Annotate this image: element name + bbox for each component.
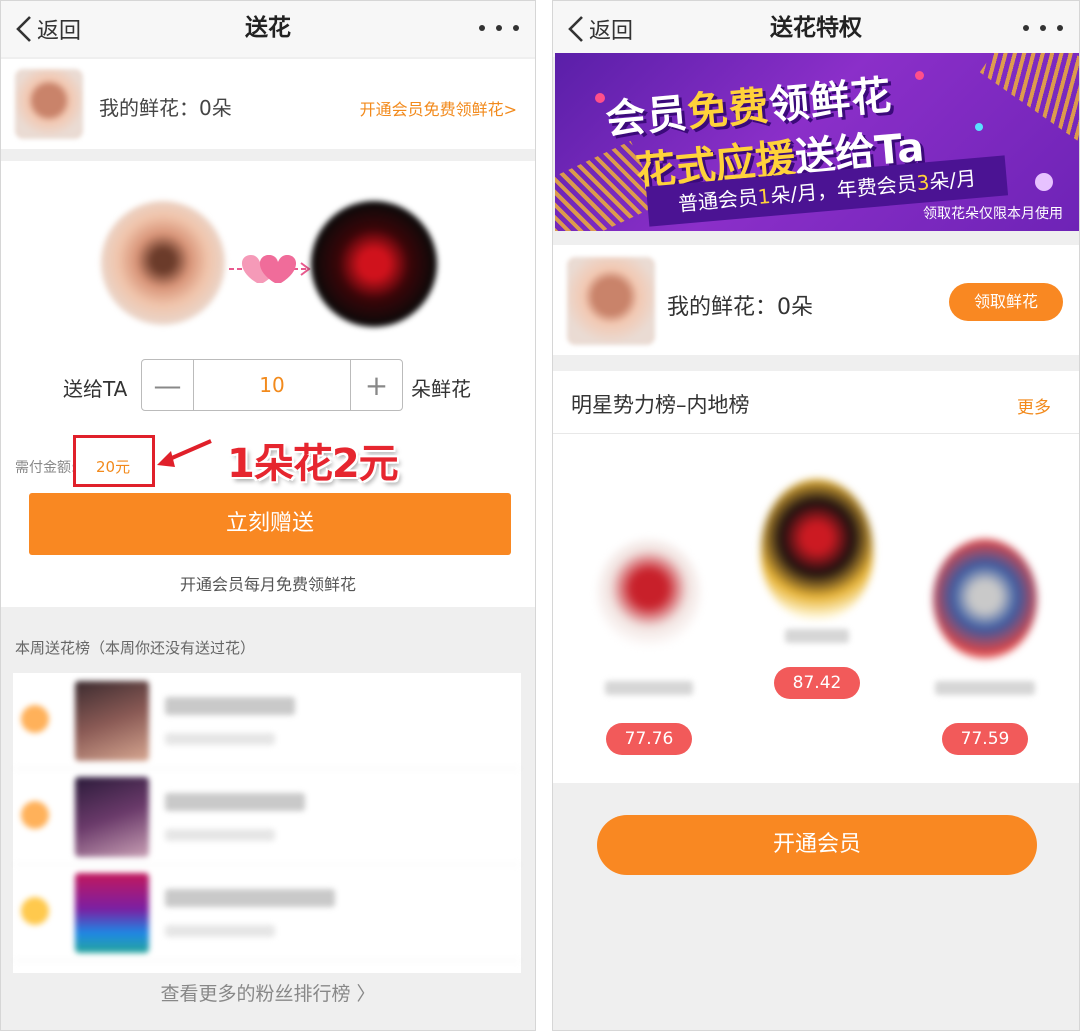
unit-label: 朵鲜花 [411,377,471,401]
my-flowers-row: 我的鲜花：0朵 领取鲜花 [553,245,1079,355]
rank-sub [165,829,275,841]
claim-flowers-button[interactable]: 领取鲜花 [949,283,1063,321]
decrease-button[interactable]: — [142,360,194,410]
send-now-button[interactable]: 立刻赠送 [29,493,511,555]
rank-name [165,793,305,811]
confetti-dot [915,71,924,80]
star-name [935,681,1035,695]
star-avatar [933,539,1037,659]
list-item[interactable] [13,673,521,769]
avatar [567,257,655,345]
pay-amount-label: 需付金额: [15,460,76,476]
hearts-icon [229,255,311,283]
quantity-input[interactable]: 10 [194,360,350,410]
more-fans-rank-link[interactable]: 查看更多的粉丝排行榜 〉 [1,979,535,1006]
confetti-dot [975,123,983,131]
confetti-dot [1035,173,1053,191]
avatar [15,69,83,139]
back-label: 返回 [37,19,82,44]
arrow-icon [157,439,212,467]
send-panel: 送给TA — 10 + 朵鲜花 需付金额: 20元 1朵花2元 立刻赠送 开通会… [1,161,535,607]
rank-name [165,697,295,715]
back-label: 返回 [589,19,634,44]
page-title: 送花 [245,15,291,41]
open-vip-button[interactable]: 开通会员 [597,815,1037,875]
weekly-rank-header: 本周送花榜（本周你还没有送过花） [15,639,256,657]
my-flowers-count: 我的鲜花：0朵 [99,96,232,120]
vip-hint: 开通会员每月免费领鲜花 [179,575,356,594]
more-dots-icon[interactable] [1023,15,1063,41]
rank-sub [165,733,275,745]
list-item[interactable] [13,865,521,961]
increase-button[interactable]: + [350,360,402,410]
avatar [75,681,149,761]
quantity-stepper: — 10 + [141,359,403,411]
my-flowers-count: 我的鲜花：0朵 [667,295,813,320]
back-button[interactable]: 返回 [567,11,633,47]
rank-sub [165,925,275,937]
more-dots-icon[interactable] [479,15,519,41]
star-score: 77.59 [942,723,1028,755]
star-score: 77.76 [606,723,692,755]
star-rank-item[interactable]: 77.59 [925,531,1045,761]
palm-leaf-decoration [979,53,1079,142]
star-rank-panel: 明星势力榜–内地榜 更多 77.76 87.42 77.59 [553,371,1079,783]
receiver-avatar [311,201,437,327]
my-flowers-row: 我的鲜花：0朵 开通会员免费领鲜花> [1,59,535,149]
star-avatar [761,479,873,619]
vip-promo-banner[interactable]: 会员免费领鲜花 花式应援送给Ta 普通会员1朵/月，年费会员3朵/月 领取花朵仅… [555,53,1079,231]
send-to-label: 送给TA [63,377,128,401]
sender-avatar [101,201,225,325]
star-rank-title: 明星势力榜–内地榜 [571,393,750,417]
price-annotation: 1朵花2元 [227,441,399,487]
star-rank-more-link[interactable]: 更多 [1017,393,1051,418]
star-score: 87.42 [774,667,860,699]
flower-privilege-screen: 返回 送花特权 会员免费领鲜花 花式应援送给Ta 普通会员1朵/月，年费会员3朵… [552,0,1080,1031]
vip-free-flowers-link[interactable]: 开通会员免费领鲜花> [360,96,517,120]
divider [553,433,1079,434]
rank-badge [21,897,49,925]
rank-badge [21,801,49,829]
star-name [605,681,693,695]
star-avatar [597,539,701,649]
nav-bar: 返回 送花 [1,1,535,57]
list-item[interactable] [13,769,521,865]
chevron-left-icon [16,16,31,42]
banner-note: 领取花朵仅限本月使用 [923,206,1063,222]
back-button[interactable]: 返回 [15,11,81,47]
star-rank-item[interactable]: 87.42 [757,471,877,701]
star-rank-item[interactable]: 77.76 [589,531,709,761]
avatar [75,777,149,857]
rank-name [165,889,335,907]
annotation-box [73,435,155,487]
star-name [785,629,849,643]
chevron-left-icon [568,16,583,42]
rank-badge [21,705,49,733]
send-flower-screen: 返回 送花 我的鲜花：0朵 开通会员免费领鲜花> 送给TA — 10 + 朵鲜花… [0,0,536,1031]
avatar [75,873,149,953]
nav-bar: 返回 送花特权 [553,1,1079,57]
weekly-rank-list [13,673,521,973]
